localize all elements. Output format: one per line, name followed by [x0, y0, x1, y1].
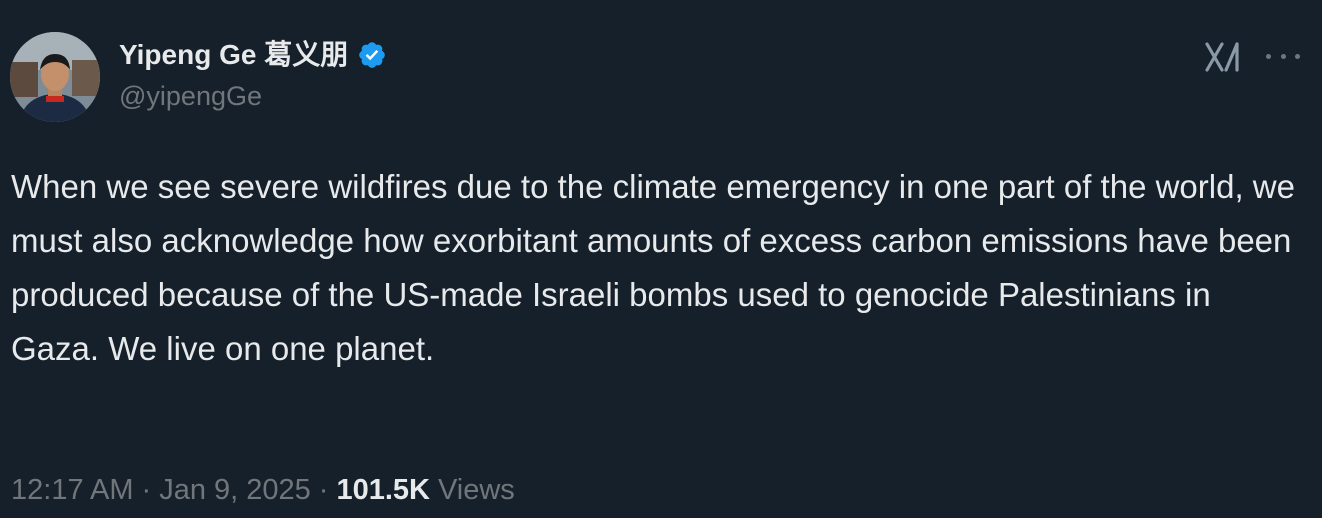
more-options-icon[interactable] — [1266, 44, 1300, 68]
meta-separator: · — [141, 474, 152, 506]
views-label: Views — [437, 474, 515, 506]
author-display-name[interactable]: Yipeng Ge 葛义朋 — [119, 41, 348, 69]
views-count: 101.5K — [336, 474, 430, 506]
tweet-card: Yipeng Ge 葛义朋 @yipengGe When we see seve… — [0, 0, 1322, 518]
tweet-date[interactable]: Jan 9, 2025 — [159, 470, 311, 510]
author-handle[interactable]: @yipengGe — [119, 81, 387, 112]
avatar[interactable] — [10, 32, 100, 122]
verified-badge-icon[interactable] — [357, 40, 387, 70]
x-logo-icon[interactable] — [1205, 40, 1243, 74]
avatar-image — [10, 32, 100, 122]
tweet-meta: 12:17 AM · Jan 9, 2025 · 101.5K Views — [11, 470, 515, 510]
tweet-time[interactable]: 12:17 AM — [11, 470, 134, 510]
author-name-row: Yipeng Ge 葛义朋 — [119, 31, 387, 79]
author-block: Yipeng Ge 葛义朋 @yipengGe — [119, 31, 387, 112]
meta-separator: · — [318, 474, 329, 506]
tweet-text: When we see severe wildfires due to the … — [11, 168, 1295, 367]
